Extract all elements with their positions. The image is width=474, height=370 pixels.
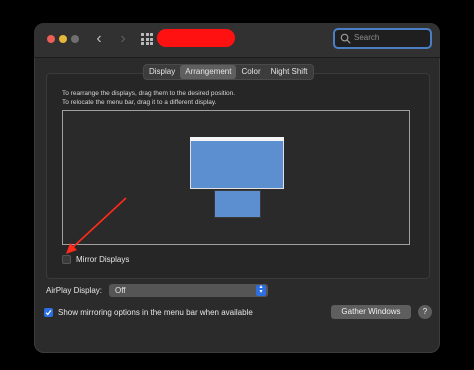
instructions: To rearrange the displays, drag them to … <box>62 89 235 107</box>
gather-windows-button[interactable]: Gather Windows <box>331 305 411 319</box>
tab-bar: Display Arrangement Color Night Shift <box>143 64 314 80</box>
chevron-updown-icon: ▴ ▾ <box>256 284 266 296</box>
grid-icon[interactable] <box>141 33 153 45</box>
search-field[interactable]: Search <box>333 28 432 49</box>
checkmark-icon <box>45 309 52 315</box>
tab-night-shift[interactable]: Night Shift <box>266 65 313 79</box>
menu-bar-handle[interactable] <box>190 137 284 141</box>
secondary-display[interactable] <box>214 190 261 218</box>
airplay-display-select[interactable]: Off ▴ ▾ <box>109 284 268 297</box>
search-icon <box>340 33 351 44</box>
instruction-line-2: To relocate the menu bar, drag it to a d… <box>62 99 217 106</box>
airplay-display-value: Off <box>115 286 126 295</box>
show-mirroring-checkbox[interactable] <box>44 307 53 317</box>
redacted-title <box>157 29 235 47</box>
annotation-arrow-icon <box>66 197 127 254</box>
titlebar: ‹ › Search <box>34 23 440 58</box>
forward-button[interactable]: › <box>116 31 130 47</box>
back-button[interactable]: ‹ <box>92 31 106 47</box>
minimize-window-button[interactable] <box>59 35 67 43</box>
instruction-line-1: To rearrange the displays, drag them to … <box>62 90 236 97</box>
show-mirroring-label: Show mirroring options in the menu bar w… <box>58 307 253 317</box>
tab-arrangement[interactable]: Arrangement <box>180 65 237 79</box>
zoom-window-button[interactable] <box>71 35 79 43</box>
main-display[interactable] <box>190 137 284 189</box>
mirror-displays-checkbox[interactable] <box>62 254 71 264</box>
help-button[interactable]: ? <box>418 305 432 319</box>
close-window-button[interactable] <box>47 35 55 43</box>
tab-color[interactable]: Color <box>236 65 265 79</box>
search-placeholder: Search <box>354 33 380 42</box>
mirror-displays-row[interactable]: Mirror Displays <box>62 253 129 265</box>
mirror-displays-label: Mirror Displays <box>76 254 130 264</box>
show-mirroring-row[interactable]: Show mirroring options in the menu bar w… <box>44 306 253 318</box>
airplay-display-label: AirPlay Display: <box>46 286 103 295</box>
tab-display[interactable]: Display <box>144 65 180 79</box>
